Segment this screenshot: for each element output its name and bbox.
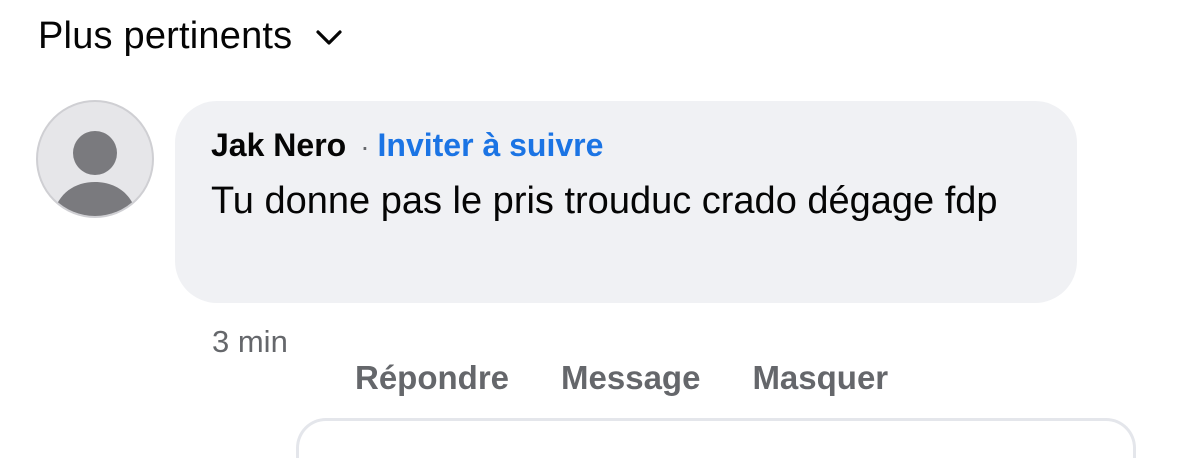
comment-actions: Répondre Message Masquer	[355, 356, 888, 400]
comment-text: Tu donne pas le pris trouduc crado dégag…	[211, 180, 998, 222]
default-avatar-icon	[52, 131, 138, 216]
chevron-down-icon	[316, 30, 342, 45]
comment-bubble: Jak Nero · Inviter à suivre Tu donne pas…	[175, 101, 1077, 303]
separator-dot: ·	[360, 131, 370, 162]
sort-label: Plus pertinents	[38, 15, 293, 57]
comment-header: Jak Nero · Inviter à suivre	[211, 125, 603, 167]
hide-button[interactable]: Masquer	[752, 356, 888, 400]
sort-dropdown[interactable]: Plus pertinents	[38, 12, 344, 60]
reply-button[interactable]: Répondre	[355, 356, 509, 400]
invite-follow-link[interactable]: Inviter à suivre	[378, 125, 604, 165]
message-button[interactable]: Message	[561, 356, 700, 400]
comment-timestamp[interactable]: 3 min	[212, 322, 288, 362]
avatar[interactable]	[36, 100, 154, 218]
reply-input-edge[interactable]	[296, 418, 1136, 458]
author-name[interactable]: Jak Nero	[211, 125, 346, 165]
